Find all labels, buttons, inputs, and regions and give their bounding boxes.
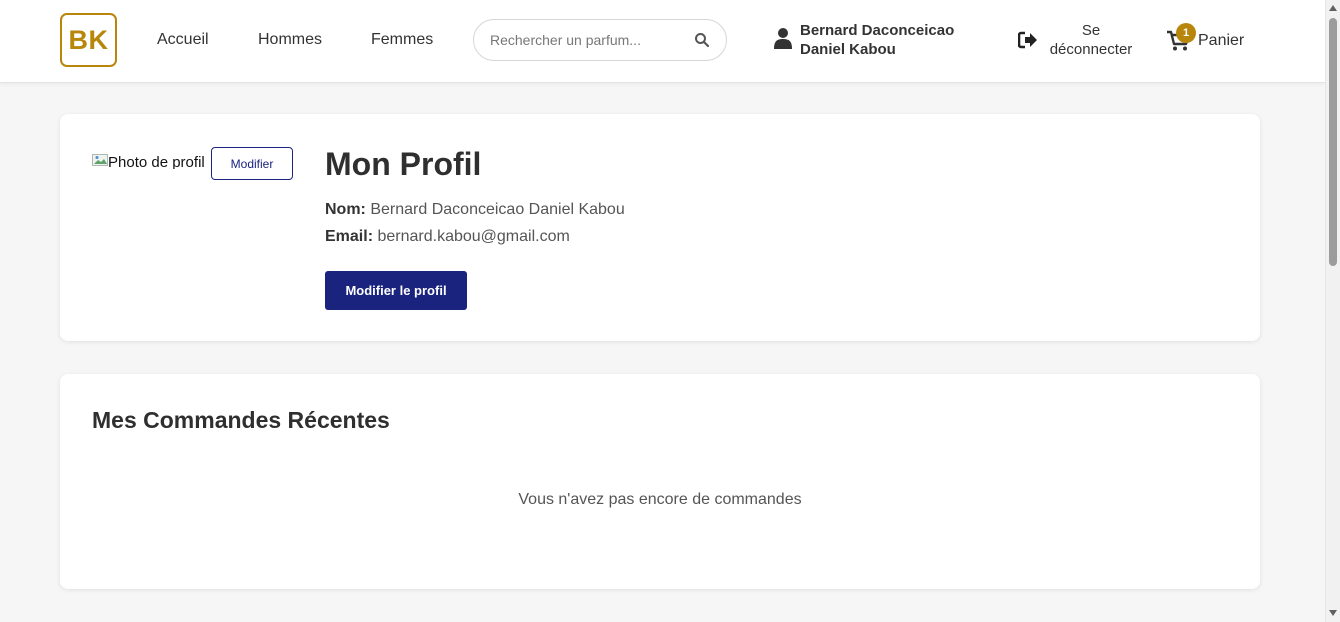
search-icon: [695, 33, 710, 48]
nav-link-accueil[interactable]: Accueil: [157, 31, 209, 49]
scrollbar-thumb[interactable]: [1329, 18, 1337, 266]
orders-title: Mes Commandes Récentes: [92, 407, 390, 433]
edit-photo-button[interactable]: Modifier: [211, 147, 293, 180]
search-button[interactable]: [694, 32, 712, 50]
user-icon: [774, 28, 792, 49]
top-navbar: BK Accueil Hommes Femmes Bernard Daconce…: [0, 0, 1325, 83]
profile-photo-alt-text: Photo de profil: [108, 154, 205, 169]
edit-profile-button[interactable]: Modifier le profil: [325, 271, 467, 310]
user-name-line1: Bernard Daconceicao: [800, 22, 955, 39]
user-account[interactable]: Bernard Daconceicao Daniel Kabou: [774, 21, 970, 59]
page-scrollbar[interactable]: [1325, 0, 1340, 622]
search-bar: [473, 19, 727, 61]
page-title: Mon Profil: [325, 146, 482, 182]
cart-link[interactable]: 1 Panier: [1166, 23, 1256, 58]
profile-name-value: Bernard Daconceicao Daniel Kabou: [370, 201, 625, 218]
nav-link-femmes[interactable]: Femmes: [371, 31, 433, 49]
cart-label: Panier: [1198, 32, 1245, 49]
user-name-line2: Daniel Kabou: [800, 41, 896, 58]
nav-link-hommes[interactable]: Hommes: [258, 31, 322, 49]
scroll-down-arrow-icon[interactable]: [1329, 610, 1337, 616]
broken-image-icon: [92, 154, 108, 166]
profile-card: Photo de profil Modifier Mon Profil Nom:…: [60, 114, 1260, 341]
logout-label-line1: Se: [1081, 22, 1101, 39]
orders-empty-message: Vous n'avez pas encore de commandes: [518, 491, 802, 508]
brand-logo[interactable]: BK: [60, 13, 117, 67]
logout-link[interactable]: Se déconnecter: [1018, 21, 1136, 59]
sign-out-icon: [1018, 31, 1037, 49]
user-name: Bernard Daconceicao Daniel Kabou: [800, 21, 970, 59]
profile-email-label: Email:: [325, 228, 374, 245]
profile-name-label: Nom:: [325, 201, 366, 218]
profile-email-row: Email: bernard.kabou@gmail.com: [325, 228, 570, 246]
recent-orders-card: Mes Commandes Récentes Vous n'avez pas e…: [60, 374, 1260, 589]
profile-photo: Photo de profil: [92, 147, 212, 169]
cart-count-badge: 1: [1176, 23, 1196, 43]
search-input[interactable]: [490, 30, 690, 50]
scroll-up-arrow-icon[interactable]: [1329, 5, 1337, 11]
profile-email-value: bernard.kabou@gmail.com: [377, 228, 570, 245]
logout-label-line2: déconnecter: [1049, 41, 1133, 58]
profile-name-row: Nom: Bernard Daconceicao Daniel Kabou: [325, 201, 625, 219]
logout-label: Se déconnecter: [1046, 21, 1136, 59]
